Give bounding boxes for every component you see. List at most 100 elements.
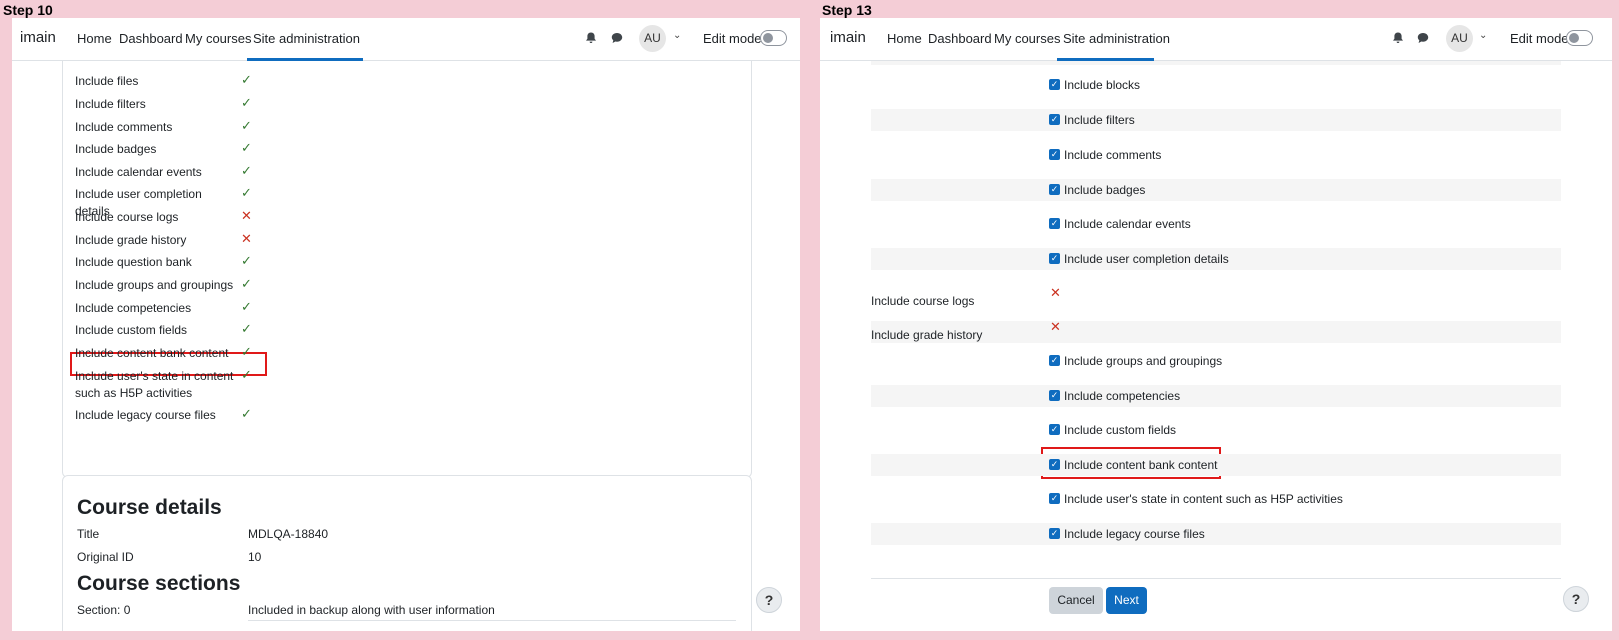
setting-label: Include groups and groupings [1064, 354, 1223, 368]
site-brand[interactable]: imain [830, 29, 866, 46]
nav-home[interactable]: Home [77, 31, 112, 46]
navbar: imain Home Dashboard My courses Site adm… [12, 18, 800, 61]
cross-icon: ✕ [1050, 285, 1061, 300]
checkbox[interactable]: ✓ [1049, 184, 1060, 195]
bell-icon[interactable] [1391, 31, 1405, 45]
check-icon: ✓ [241, 140, 252, 155]
cross-icon: ✕ [1050, 319, 1061, 334]
checkbox[interactable]: ✓ [1049, 218, 1060, 229]
setting-label: Include legacy course files [1064, 527, 1205, 541]
setting-label: Include filters [75, 97, 146, 111]
chevron-down-icon[interactable]: ⌄ [673, 30, 681, 41]
setting-label: Include groups and groupings [75, 278, 234, 292]
setting-label: Include grade history [871, 328, 983, 342]
check-icon: ✓ [241, 367, 252, 382]
setting-label: Include competencies [1064, 389, 1181, 403]
chevron-down-icon[interactable]: ⌄ [1479, 30, 1487, 41]
setting-label: Include files [75, 74, 139, 88]
zebra-row [871, 179, 1561, 201]
setting-label: Include course logs [75, 210, 179, 224]
original-id-value: 10 [248, 550, 262, 564]
edit-mode-toggle[interactable] [1566, 30, 1593, 46]
section-value: Included in backup along with user infor… [248, 603, 495, 617]
check-icon: ✓ [241, 344, 252, 359]
setting-label: Include user's state in content such as … [75, 369, 234, 400]
section-label: Section: 0 [77, 603, 131, 617]
checkbox[interactable]: ✓ [1049, 493, 1060, 504]
check-icon: ✓ [241, 406, 252, 421]
chat-icon[interactable] [1416, 31, 1430, 45]
setting-label: Include question bank [75, 255, 192, 269]
check-icon: ✓ [241, 276, 252, 291]
zebra-row [871, 109, 1561, 131]
section-divider [248, 620, 736, 621]
setting-label: Include custom fields [1064, 423, 1177, 437]
setting-label: Include content bank content [75, 346, 229, 360]
checkbox[interactable]: ✓ [1049, 79, 1060, 90]
user-avatar[interactable]: AU [639, 25, 666, 52]
check-icon: ✓ [241, 253, 252, 268]
nav-my-courses[interactable]: My courses [994, 31, 1060, 46]
user-avatar[interactable]: AU [1446, 25, 1473, 52]
bell-icon[interactable] [584, 31, 598, 45]
nav-dashboard[interactable]: Dashboard [119, 31, 183, 46]
checkbox[interactable]: ✓ [1049, 355, 1060, 366]
setting-label: Include course logs [871, 294, 975, 308]
checkbox[interactable]: ✓ [1049, 424, 1060, 435]
nav-site-administration[interactable]: Site administration [253, 31, 360, 46]
original-id-label: Original ID [77, 550, 134, 564]
help-button[interactable]: ? [1563, 586, 1589, 612]
site-brand[interactable]: imain [20, 29, 56, 46]
setting-label: Include badges [75, 142, 157, 156]
nav-dashboard[interactable]: Dashboard [928, 31, 992, 46]
nav-site-administration[interactable]: Site administration [1063, 31, 1170, 46]
step-13-label: Step 13 [822, 2, 872, 18]
edit-mode-label: Edit mode [1510, 31, 1569, 46]
setting-label: Include blocks [1064, 78, 1141, 92]
setting-label: Include custom fields [75, 323, 188, 337]
cross-icon: ✕ [241, 231, 252, 246]
check-icon: ✓ [241, 72, 252, 87]
title-label: Title [77, 527, 100, 541]
zebra-row [871, 385, 1561, 407]
next-button[interactable]: Next [1106, 587, 1147, 614]
cancel-button[interactable]: Cancel [1049, 587, 1103, 614]
edit-mode-label: Edit mode [703, 31, 762, 46]
nav-my-courses[interactable]: My courses [185, 31, 251, 46]
zebra-row [871, 61, 1561, 65]
checkbox[interactable]: ✓ [1049, 528, 1060, 539]
check-icon: ✓ [241, 299, 252, 314]
navbar: imain Home Dashboard My courses Site adm… [820, 18, 1612, 61]
setting-label: Include content bank content [1064, 458, 1218, 472]
course-details-heading: Course details [77, 496, 222, 519]
setting-label: Include user's state in content such as … [1064, 492, 1343, 506]
help-button[interactable]: ? [756, 587, 782, 613]
checkbox[interactable]: ✓ [1049, 390, 1060, 401]
course-sections-heading: Course sections [77, 572, 241, 595]
check-icon: ✓ [241, 185, 252, 200]
step-10-label: Step 10 [3, 2, 53, 18]
check-icon: ✓ [241, 95, 252, 110]
check-icon: ✓ [241, 321, 252, 336]
step-13-panel: imain Home Dashboard My courses Site adm… [820, 18, 1612, 631]
step-10-panel: imain Home Dashboard My courses Site adm… [12, 18, 800, 631]
chat-icon[interactable] [610, 31, 624, 45]
check-icon: ✓ [241, 163, 252, 178]
setting-label: Include filters [1064, 113, 1135, 127]
setting-label: Include competencies [75, 301, 192, 315]
setting-label: Include comments [75, 120, 173, 134]
setting-label: Include legacy course files [75, 408, 216, 422]
setting-label: Include badges [1064, 183, 1146, 197]
setting-label: Include comments [1064, 148, 1162, 162]
title-value: MDLQA-18840 [248, 527, 329, 541]
edit-mode-toggle[interactable] [760, 30, 787, 46]
zebra-row [871, 523, 1561, 545]
setting-label: Include grade history [75, 233, 187, 247]
checkbox[interactable]: ✓ [1049, 459, 1060, 470]
nav-home[interactable]: Home [887, 31, 922, 46]
checkbox[interactable]: ✓ [1049, 114, 1060, 125]
setting-label: Include calendar events [1064, 217, 1191, 231]
checkbox[interactable]: ✓ [1049, 149, 1060, 160]
active-nav-indicator [247, 58, 363, 61]
checkbox[interactable]: ✓ [1049, 253, 1060, 264]
